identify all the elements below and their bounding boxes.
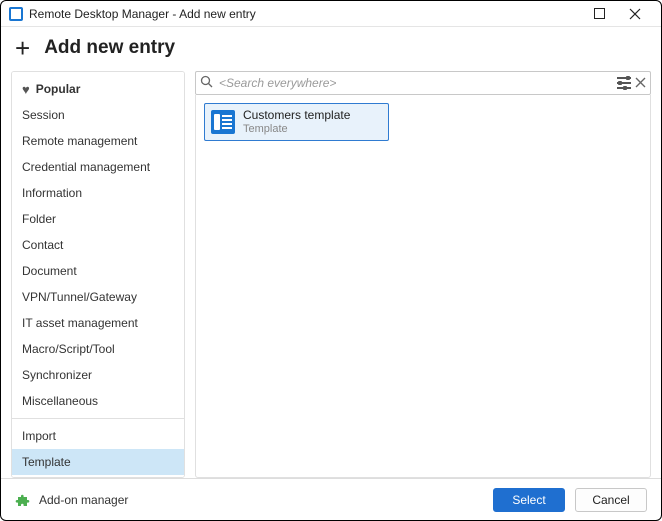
sidebar-item-document[interactable]: Document xyxy=(12,258,184,284)
maximize-button[interactable] xyxy=(581,2,617,26)
footer: Add-on manager Select Cancel xyxy=(1,478,661,520)
sidebar-item-label: Miscellaneous xyxy=(22,394,98,408)
close-button[interactable] xyxy=(617,2,653,26)
sidebar-item-label: Macro/Script/Tool xyxy=(22,342,115,356)
sidebar-item-label: Credential management xyxy=(22,160,150,174)
page-title: Add new entry xyxy=(44,37,175,59)
window-title: Remote Desktop Manager - Add new entry xyxy=(29,7,256,21)
clear-search-icon[interactable] xyxy=(635,76,646,91)
result-title: Customers template xyxy=(243,108,350,122)
category-sidebar: ♥ Popular Session Remote management Cred… xyxy=(11,71,185,478)
result-subtitle: Template xyxy=(243,123,350,136)
sidebar-item-synchronizer[interactable]: Synchronizer xyxy=(12,362,184,388)
sidebar-item-information[interactable]: Information xyxy=(12,180,184,206)
sidebar-item-folder[interactable]: Folder xyxy=(12,206,184,232)
titlebar: Remote Desktop Manager - Add new entry xyxy=(1,1,661,27)
sidebar-item-label: Popular xyxy=(36,82,81,96)
search-input[interactable] xyxy=(217,75,613,91)
sidebar-item-label: Contact xyxy=(22,238,63,252)
sidebar-item-label: Synchronizer xyxy=(22,368,92,382)
cancel-button[interactable]: Cancel xyxy=(575,488,647,512)
sidebar-item-it-asset-management[interactable]: IT asset management xyxy=(12,310,184,336)
sidebar-item-miscellaneous[interactable]: Miscellaneous xyxy=(12,388,184,414)
addon-manager-link[interactable]: Add-on manager xyxy=(15,492,128,508)
addon-manager-label: Add-on manager xyxy=(39,493,128,507)
sidebar-item-label: Folder xyxy=(22,212,56,226)
heart-icon: ♥ xyxy=(22,82,30,97)
puzzle-icon xyxy=(15,492,31,508)
sidebar-item-label: Template xyxy=(22,455,71,469)
maximize-icon xyxy=(594,8,605,19)
search-icon xyxy=(200,75,213,91)
results-panel: Customers template Template xyxy=(195,95,651,478)
result-item-customers-template[interactable]: Customers template Template xyxy=(204,103,389,141)
sidebar-item-session[interactable]: Session xyxy=(12,102,184,128)
page-header: + Add new entry xyxy=(1,27,661,71)
template-icon xyxy=(211,110,235,134)
sidebar-separator xyxy=(12,418,184,419)
sidebar-item-remote-management[interactable]: Remote management xyxy=(12,128,184,154)
main-panel: Customers template Template xyxy=(195,71,651,478)
sidebar-item-contact[interactable]: Contact xyxy=(12,232,184,258)
sidebar-item-label: Import xyxy=(22,429,56,443)
search-options-icon[interactable] xyxy=(617,77,631,89)
sidebar-item-label: VPN/Tunnel/Gateway xyxy=(22,290,137,304)
sidebar-item-credential-management[interactable]: Credential management xyxy=(12,154,184,180)
window-frame: Remote Desktop Manager - Add new entry +… xyxy=(0,0,662,521)
sidebar-item-vpn-tunnel-gateway[interactable]: VPN/Tunnel/Gateway xyxy=(12,284,184,310)
sidebar-item-label: Session xyxy=(22,108,65,122)
plus-icon: + xyxy=(15,35,30,61)
result-text: Customers template Template xyxy=(243,108,350,136)
sidebar-item-label: Information xyxy=(22,186,82,200)
app-icon xyxy=(9,7,23,21)
close-icon xyxy=(629,8,641,20)
sidebar-item-label: Remote management xyxy=(22,134,137,148)
search-bar xyxy=(195,71,651,95)
select-button[interactable]: Select xyxy=(493,488,565,512)
sidebar-item-label: Document xyxy=(22,264,77,278)
sidebar-item-label: IT asset management xyxy=(22,316,138,330)
sidebar-item-template[interactable]: Template xyxy=(12,449,184,475)
sidebar-item-import[interactable]: Import xyxy=(12,423,184,449)
sidebar-item-macro-script-tool[interactable]: Macro/Script/Tool xyxy=(12,336,184,362)
sidebar-item-popular[interactable]: ♥ Popular xyxy=(12,76,184,102)
